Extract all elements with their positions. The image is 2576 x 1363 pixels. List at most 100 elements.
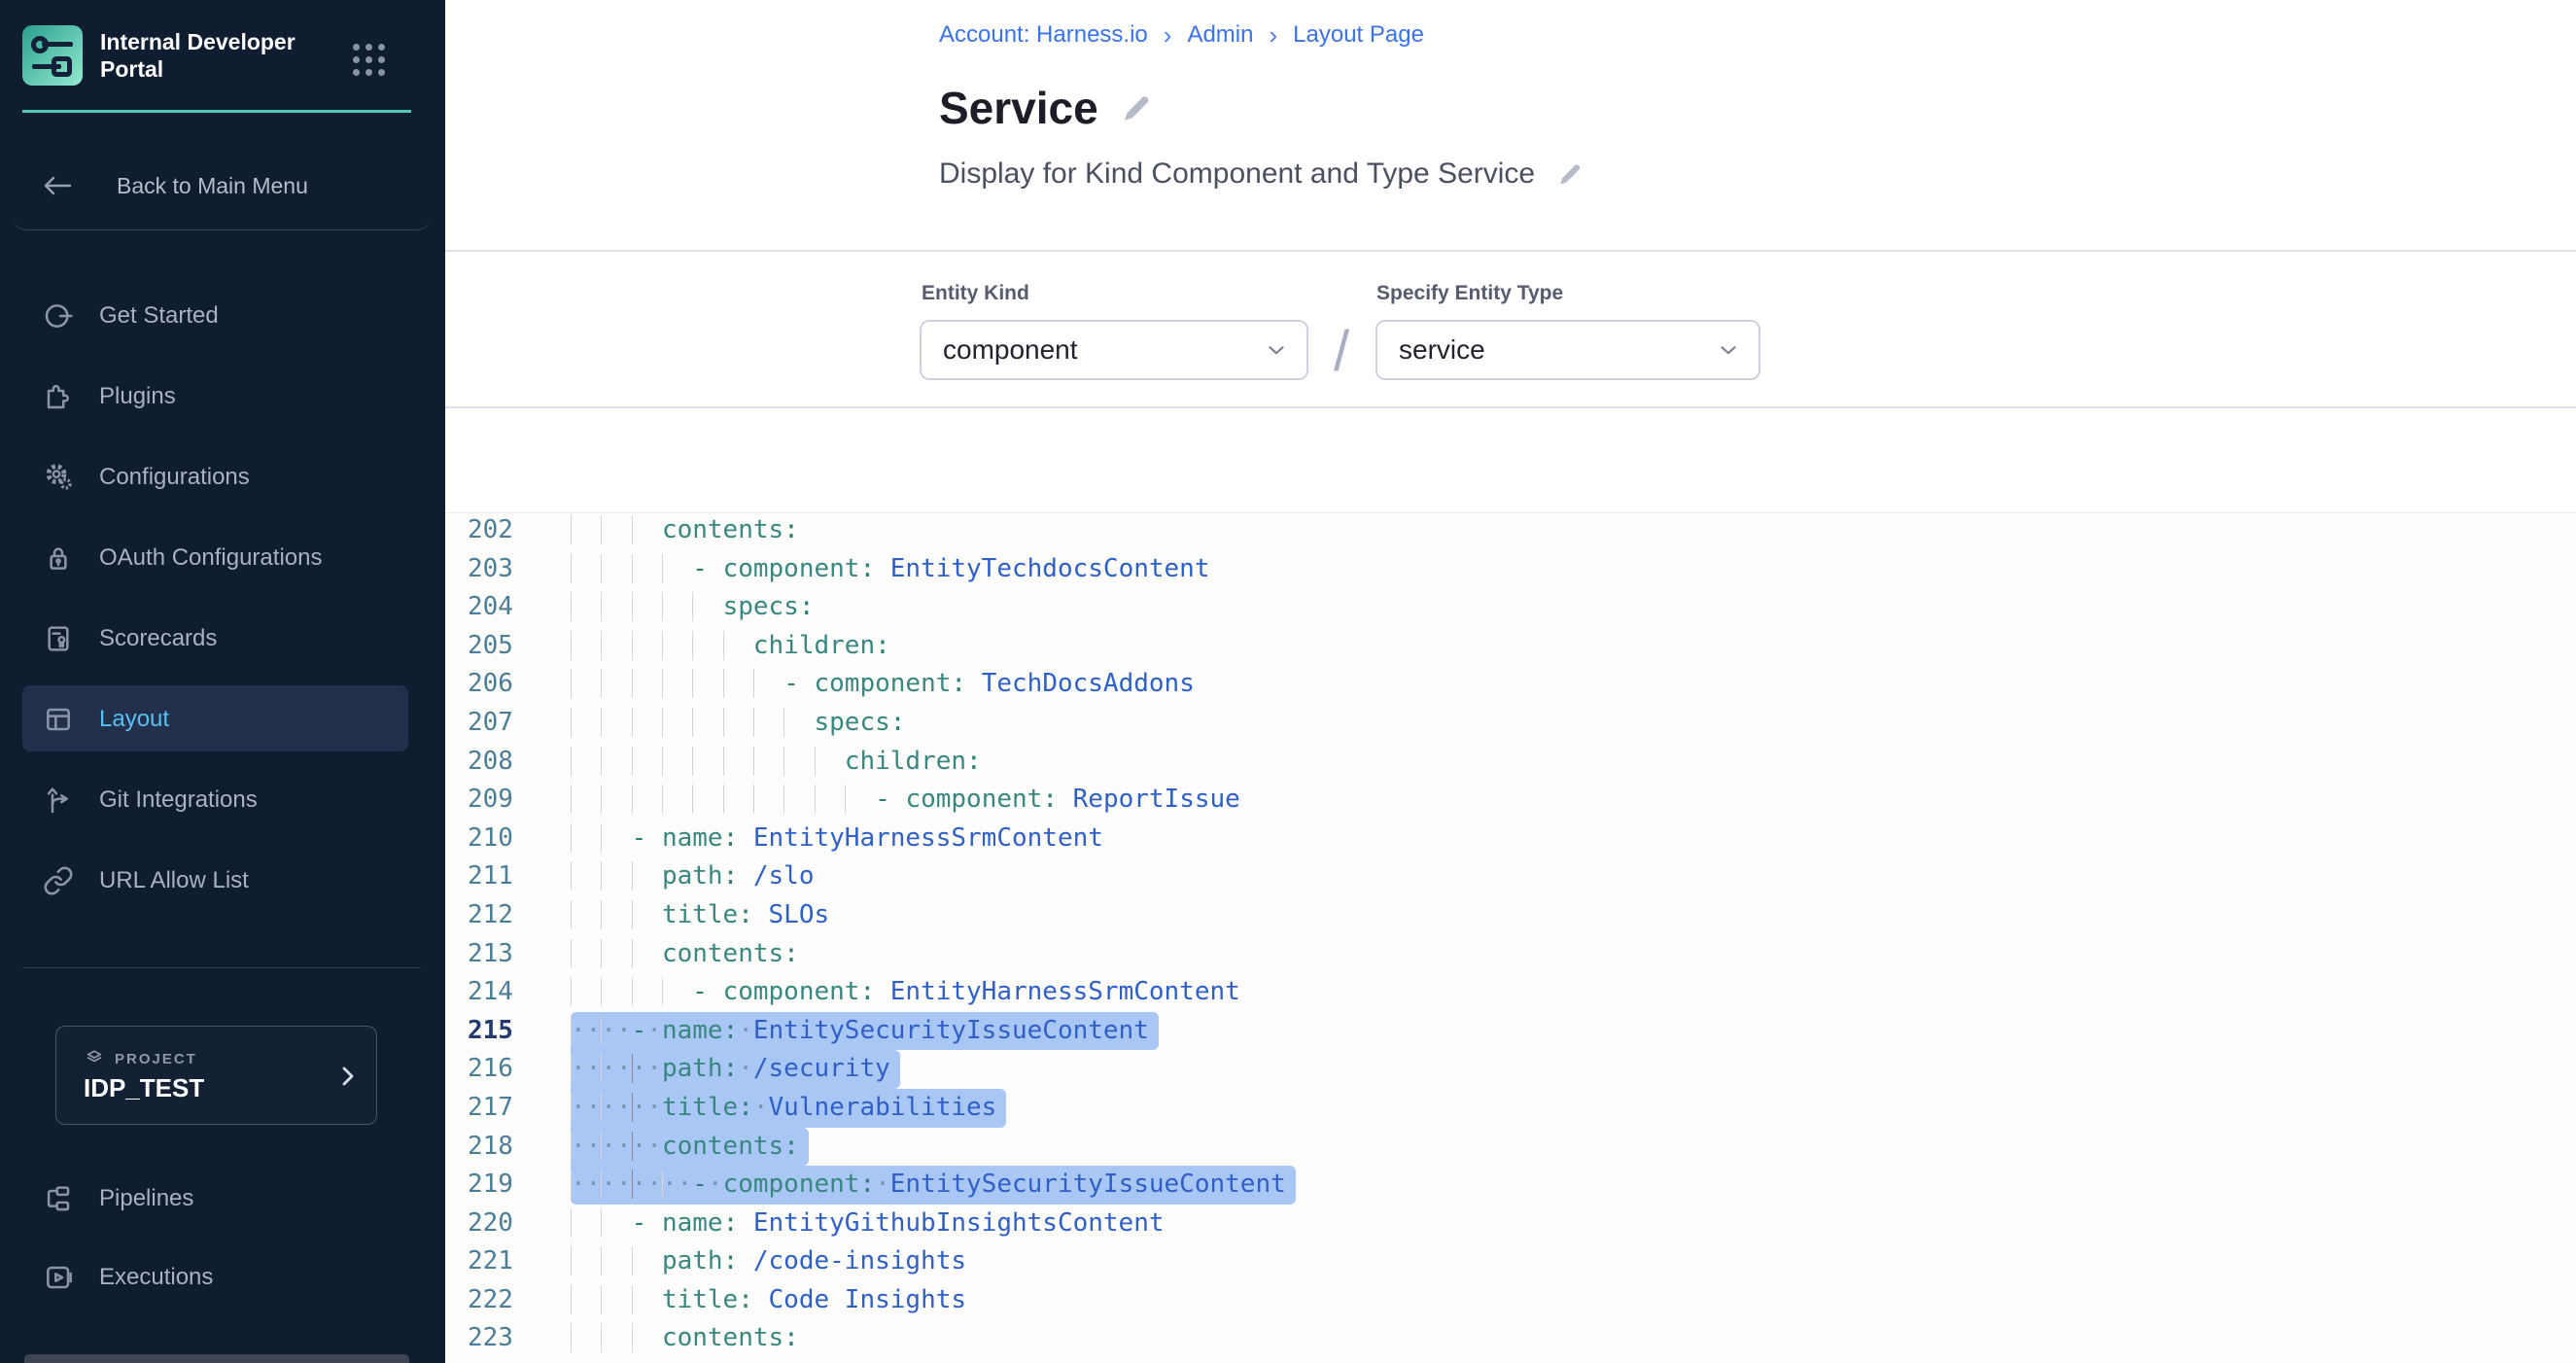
breadcrumb-separator: › bbox=[1269, 23, 1277, 47]
code-line[interactable]: 214 - component: EntityHarnessSrmContent bbox=[468, 973, 1296, 1012]
code-line-text: - component: TechDocsAddons bbox=[571, 665, 1195, 704]
project-selector[interactable]: PROJECT IDP_TEST bbox=[55, 1026, 377, 1125]
get-started-icon bbox=[43, 300, 74, 332]
sidebar-nav: Get Started Plugins Configurations OAuth Co… bbox=[0, 275, 445, 921]
sidebar-item-label: Scorecards bbox=[99, 625, 217, 652]
sidebar-item-scorecards[interactable]: Scorecards bbox=[0, 598, 445, 679]
code-line[interactable]: 205 children: bbox=[468, 627, 1296, 666]
breadcrumb-separator: › bbox=[1164, 23, 1172, 47]
entity-kind-dropdown[interactable]: component bbox=[920, 320, 1308, 380]
edit-title-pencil-icon[interactable] bbox=[1120, 91, 1153, 124]
sidebar-divider bbox=[22, 967, 421, 968]
sidebar-item-label: OAuth Configurations bbox=[99, 544, 322, 572]
code-line[interactable]: 204 specs: bbox=[468, 588, 1296, 627]
layers-icon bbox=[84, 1048, 105, 1069]
sidebar-item-label: Pipelines bbox=[99, 1185, 193, 1212]
sidebar-item-url-allow-list[interactable]: URL Allow List bbox=[0, 840, 445, 921]
code-line[interactable]: 219········-·component:·EntitySecurityIs… bbox=[468, 1166, 1296, 1205]
line-number: 208 bbox=[468, 743, 571, 782]
line-number: 207 bbox=[468, 704, 571, 743]
code-line[interactable]: 210 - name: EntityHarnessSrmContent bbox=[468, 820, 1296, 858]
edit-subtitle-pencil-icon[interactable] bbox=[1556, 160, 1584, 188]
link-icon bbox=[43, 865, 74, 896]
code-line-text: ······title:·Vulnerabilities bbox=[571, 1089, 1006, 1128]
back-to-main-menu-button[interactable]: Back to Main Menu bbox=[12, 142, 432, 230]
horizontal-scrollbar[interactable] bbox=[24, 1354, 409, 1363]
code-line[interactable]: 208 children: bbox=[468, 743, 1296, 782]
entity-type-dropdown[interactable]: service bbox=[1375, 320, 1760, 380]
line-number: 210 bbox=[468, 820, 571, 858]
layout-icon bbox=[43, 704, 74, 735]
project-name: IDP_TEST bbox=[84, 1073, 204, 1103]
line-number: 204 bbox=[468, 588, 571, 627]
code-line[interactable]: 206 - component: TechDocsAddons bbox=[468, 665, 1296, 704]
code-line-text: contents: bbox=[571, 512, 799, 550]
breadcrumb-link[interactable]: Layout Page bbox=[1293, 21, 1424, 49]
sidebar-item-oauth-configurations[interactable]: OAuth Configurations bbox=[0, 517, 445, 598]
sidebar-item-executions[interactable]: Executions bbox=[0, 1238, 445, 1316]
sidebar-item-configurations[interactable]: Configurations bbox=[0, 437, 445, 517]
line-number: 215 bbox=[468, 1012, 571, 1051]
git-branch-icon bbox=[43, 785, 74, 816]
code-line[interactable]: 209 - component: ReportIssue bbox=[468, 781, 1296, 820]
app-title: Internal Developer Portal bbox=[100, 28, 333, 83]
code-line-text: title: SLOs bbox=[571, 896, 829, 935]
code-line[interactable]: 218······contents: bbox=[468, 1128, 1296, 1167]
sidebar-item-label: Plugins bbox=[99, 383, 176, 410]
oauth-lock-icon bbox=[43, 542, 74, 574]
code-line[interactable]: 211 path: /slo bbox=[468, 857, 1296, 896]
main-content: Account: Harness.io›Admin›Layout Page Se… bbox=[445, 0, 2576, 1363]
sidebar-item-label: URL Allow List bbox=[99, 867, 249, 894]
entity-kind-value: component bbox=[943, 334, 1264, 366]
sidebar-item-pipelines[interactable]: Pipelines bbox=[0, 1159, 445, 1238]
project-kicker: PROJECT bbox=[84, 1048, 197, 1069]
scorecards-icon bbox=[43, 623, 74, 654]
code-line[interactable]: 203 - component: EntityTechdocsContent bbox=[468, 550, 1296, 589]
section-divider bbox=[445, 406, 2576, 408]
code-line-text: ····-·name:·EntitySecurityIssueContent bbox=[571, 1012, 1159, 1051]
sidebar-item-label: Get Started bbox=[99, 302, 219, 330]
sidebar-item-layout[interactable]: Layout bbox=[0, 679, 445, 759]
sidebar-item-label: Layout bbox=[99, 706, 169, 733]
code-line-text: - component: EntityHarnessSrmContent bbox=[571, 973, 1240, 1012]
code-line[interactable]: 216······path:·/security bbox=[468, 1050, 1296, 1089]
code-line[interactable]: 221 path: /code-insights bbox=[468, 1242, 1296, 1281]
code-line[interactable]: 223 contents: bbox=[468, 1319, 1296, 1358]
code-line-text: path: /code-insights bbox=[571, 1242, 966, 1281]
code-line[interactable]: 220 - name: EntityGithubInsightsContent bbox=[468, 1205, 1296, 1243]
code-line[interactable]: 213 contents: bbox=[468, 935, 1296, 974]
chevron-right-icon bbox=[335, 1064, 359, 1089]
yaml-code-editor[interactable]: 202 contents:203 - component: EntityTech… bbox=[445, 512, 2576, 1363]
code-line[interactable]: 207 specs: bbox=[468, 704, 1296, 743]
project-kicker-label: PROJECT bbox=[115, 1051, 197, 1067]
code-line-text: contents: bbox=[571, 935, 799, 974]
code-line[interactable]: 215····-·name:·EntitySecurityIssueConten… bbox=[468, 1012, 1296, 1051]
line-number: 211 bbox=[468, 857, 571, 896]
executions-icon bbox=[43, 1262, 74, 1293]
pipelines-icon bbox=[43, 1183, 74, 1214]
entity-type-label: Specify Entity Type bbox=[1376, 282, 1563, 305]
sidebar-item-git-integrations[interactable]: Git Integrations bbox=[0, 759, 445, 840]
harness-idp-logo-icon bbox=[22, 25, 83, 86]
sidebar-item-label: Configurations bbox=[99, 464, 250, 491]
line-number: 219 bbox=[468, 1166, 571, 1205]
line-number: 223 bbox=[468, 1319, 571, 1358]
line-number: 209 bbox=[468, 781, 571, 820]
line-number: 213 bbox=[468, 935, 571, 974]
apps-grid-icon[interactable] bbox=[353, 44, 385, 76]
sidebar-item-get-started[interactable]: Get Started bbox=[0, 275, 445, 356]
line-number: 218 bbox=[468, 1128, 571, 1167]
line-number: 220 bbox=[468, 1205, 571, 1243]
sidebar-item-plugins[interactable]: Plugins bbox=[0, 356, 445, 437]
sidebar-item-label: Executions bbox=[99, 1264, 213, 1291]
code-line[interactable]: 222 title: Code Insights bbox=[468, 1281, 1296, 1320]
entity-kind-label: Entity Kind bbox=[922, 282, 1029, 305]
code-line-text: title: Code Insights bbox=[571, 1281, 966, 1320]
code-line[interactable]: 212 title: SLOs bbox=[468, 896, 1296, 935]
breadcrumb-link[interactable]: Account: Harness.io bbox=[939, 21, 1148, 49]
code-line[interactable]: 217······title:·Vulnerabilities bbox=[468, 1089, 1296, 1128]
breadcrumb-link[interactable]: Admin bbox=[1187, 21, 1253, 49]
line-number: 205 bbox=[468, 627, 571, 666]
code-line-text: specs: bbox=[571, 588, 815, 627]
code-line[interactable]: 202 contents: bbox=[468, 512, 1296, 550]
